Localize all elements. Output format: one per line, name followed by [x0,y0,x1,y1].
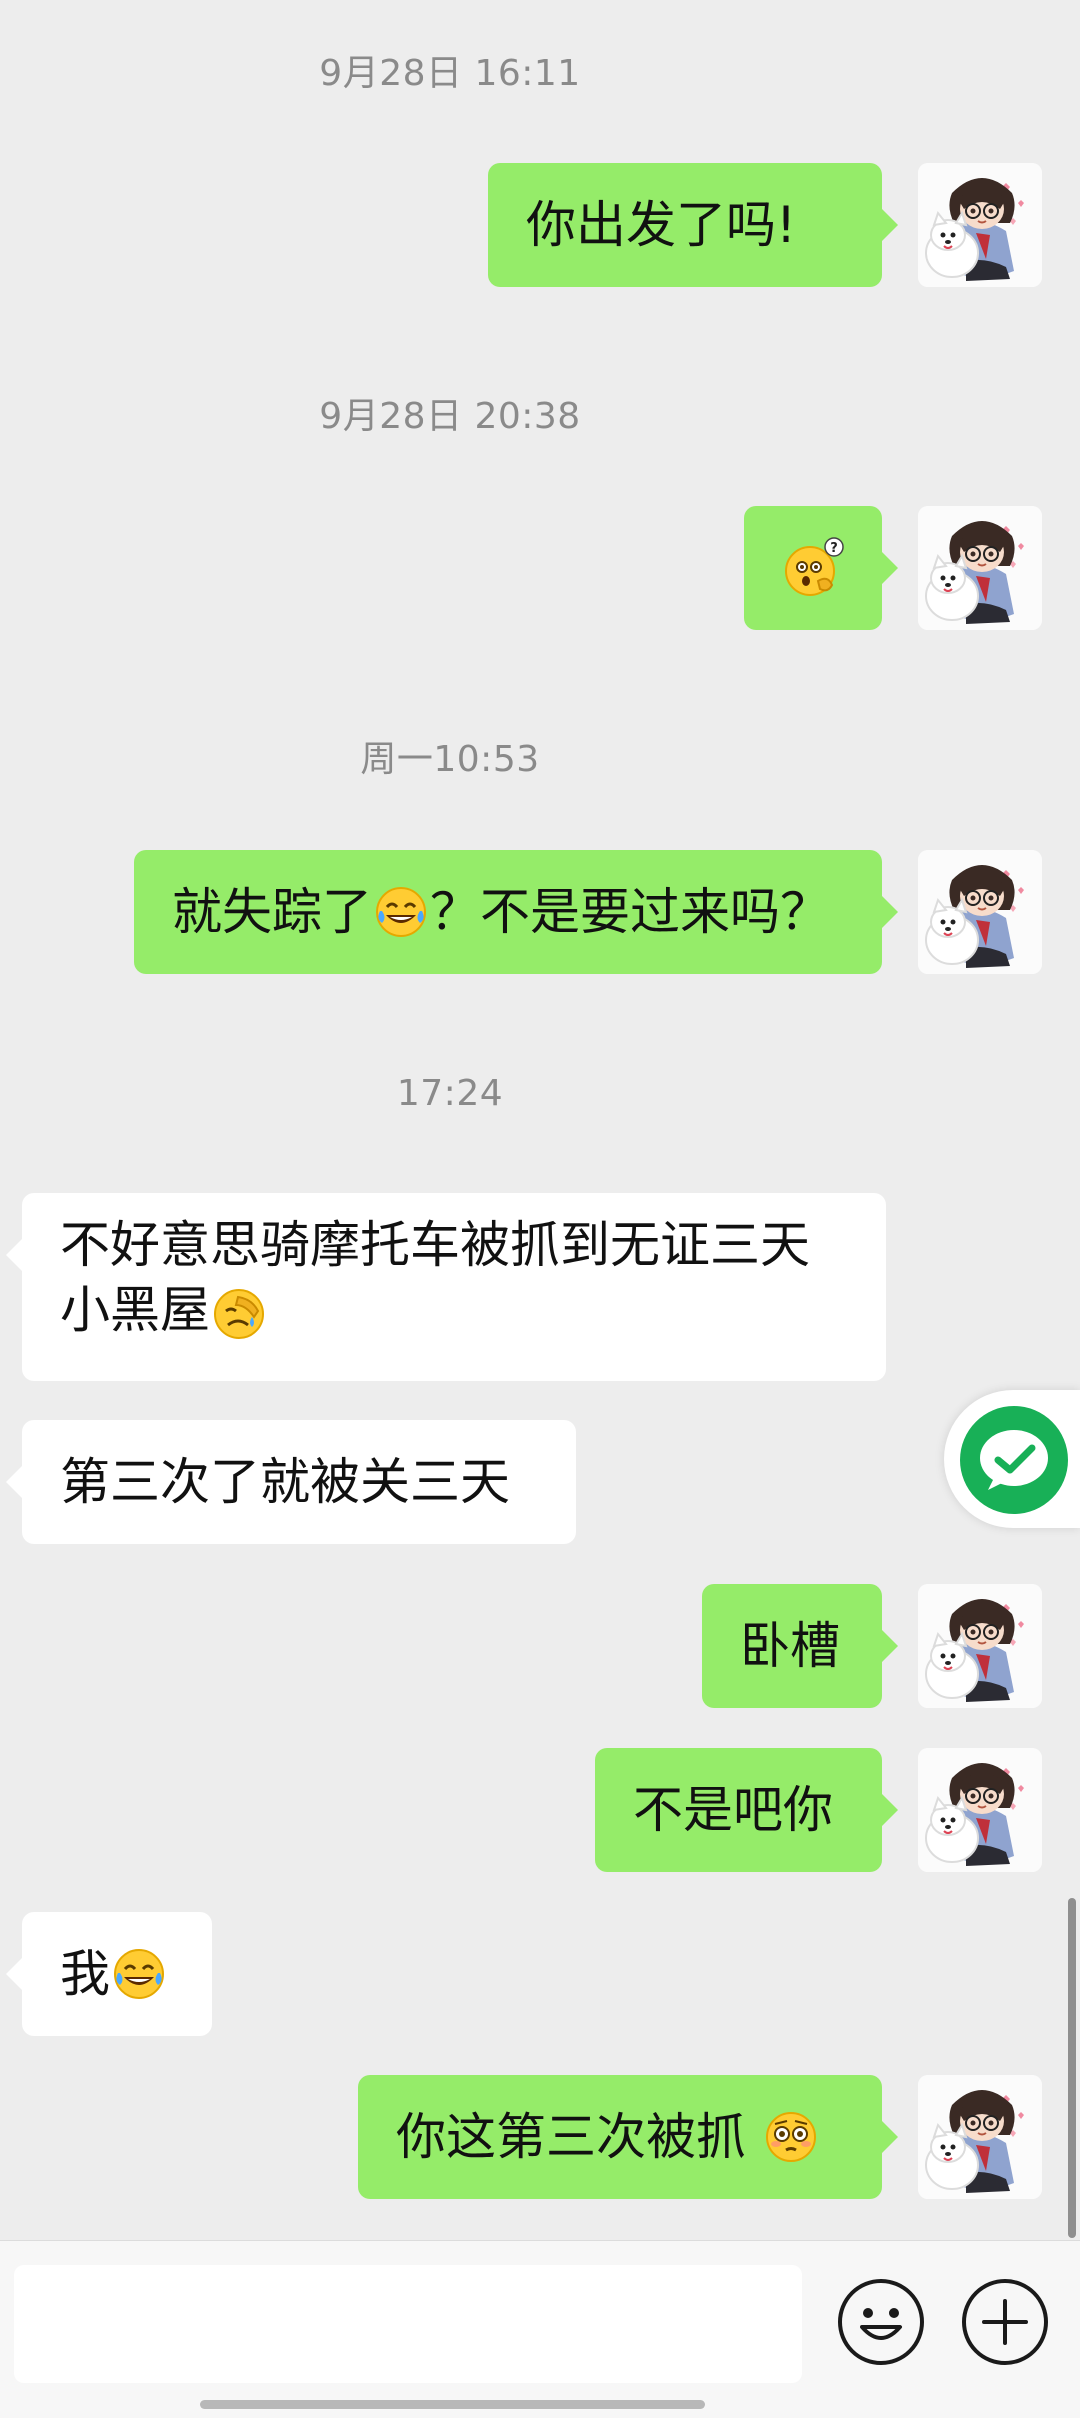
message-text: 小黑屋 [60,1281,210,1339]
message-bubble[interactable]: 我 [6,1912,212,2036]
flushed-emoji-icon [764,2110,818,2164]
message-bubble[interactable]: 卧槽 [702,1584,898,1708]
message-bubble[interactable]: 你出发了吗! [488,163,898,287]
user-avatar-icon[interactable] [918,850,1042,974]
message-text: 卧槽 [740,1616,840,1675]
message-text: 你这第三次被抓 [396,2107,762,2166]
user-avatar-icon[interactable] [918,2075,1042,2199]
message-bubble[interactable]: 就失踪了 ？不是要过来吗？ [134,850,898,974]
timestamp: 9月28日 16:11 [319,53,581,94]
message-bubble[interactable]: ? [744,506,898,630]
user-avatar-icon[interactable] [918,1748,1042,1872]
emoji-button[interactable] [838,2279,924,2365]
home-indicator[interactable] [200,2400,705,2409]
tears-of-joy-emoji-icon [374,885,428,939]
message-text: 第三次了就被关三天 [60,1452,510,1511]
user-avatar-icon[interactable] [918,506,1042,630]
svg-text:?: ? [830,541,838,556]
timestamp: 17:24 [396,1073,504,1114]
message-input[interactable] [14,2265,802,2383]
chat-area[interactable]: 9月28日 16:11 你出发了吗! 9月28日 20:38 ? 周一10:53… [0,0,1080,2240]
tears-of-joy-emoji-icon [112,1947,166,2001]
input-bar [0,2240,1080,2418]
plus-icon [982,2299,1028,2345]
scrollbar[interactable] [1068,1898,1076,2238]
message-text-line: 不好意思骑摩托车被抓到无证三天 [60,1216,810,1274]
message-bubble[interactable]: 第三次了就被关三天 [6,1420,576,1544]
wechat-icon [960,1406,1068,1514]
message-text: 我 [60,1944,110,2003]
message-bubble[interactable]: 你这第三次被抓 [358,2075,898,2199]
timestamp: 9月28日 20:38 [319,396,581,437]
message-text: ？不是要过来吗？ [430,882,830,941]
message-bubble[interactable]: 不是吧你 [595,1748,898,1872]
facepalm-emoji-icon [212,1287,266,1341]
message-text: 就失踪了 [172,882,372,941]
surprised-question-emoji-icon: ? [785,537,844,596]
floating-wechat-button[interactable] [944,1390,1080,1528]
smiley-icon [860,2308,902,2340]
user-avatar-icon[interactable] [918,1584,1042,1708]
message-text: 不是吧你 [633,1780,833,1839]
timestamp: 周一10:53 [360,739,540,780]
user-avatar-icon[interactable] [918,163,1042,287]
message-bubble[interactable]: 不好意思骑摩托车被抓到无证三天 小黑屋 [6,1193,886,1381]
message-text-line: 小黑屋 [60,1278,848,1343]
message-text: 你出发了吗! [526,195,797,254]
more-plus-button[interactable] [962,2279,1048,2365]
